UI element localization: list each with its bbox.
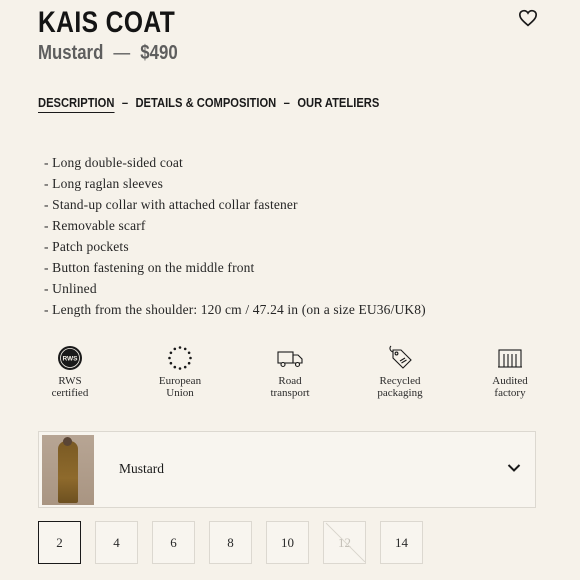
size-option[interactable]: 6	[152, 521, 195, 564]
list-item: - Removable scarf	[44, 218, 146, 233]
badge-recycled-packaging: Recycled packaging	[350, 344, 450, 399]
size-option[interactable]: 8	[209, 521, 252, 564]
badge-line: European	[158, 375, 202, 387]
size-option[interactable]: 2	[38, 521, 81, 564]
list-item: - Stand-up collar with attached collar f…	[44, 197, 298, 212]
truck-icon	[277, 351, 303, 368]
tab-separator: –	[283, 95, 290, 110]
badge-line: Recycled	[379, 375, 421, 387]
size-selector: 2 4 6 8 10 12 14	[38, 521, 423, 564]
subline-dash: —	[113, 42, 131, 64]
rws-icon-text: RWS	[62, 356, 78, 363]
badge-road-transport: Road transport	[240, 344, 340, 399]
tab-details-composition[interactable]: DETAILS & COMPOSITION	[135, 95, 276, 110]
selected-color-label: Mustard	[119, 461, 164, 476]
color-dropdown[interactable]: Mustard	[38, 431, 536, 508]
size-option-unavailable[interactable]: 12	[323, 521, 366, 564]
tab-description[interactable]: DESCRIPTION	[38, 95, 115, 113]
coat-figure	[58, 441, 78, 503]
model-head	[63, 437, 72, 446]
color-thumbnail	[42, 435, 94, 505]
size-option[interactable]: 4	[95, 521, 138, 564]
product-price: $490	[140, 42, 178, 64]
product-title: KAIS COAT	[38, 6, 176, 39]
badge-audited-factory: Audited factory	[460, 344, 560, 399]
badge-line: factory	[494, 386, 526, 399]
product-color: Mustard	[38, 42, 104, 64]
heart-icon[interactable]	[518, 9, 538, 27]
factory-icon	[498, 349, 522, 368]
badge-rws: RWS RWS certified	[20, 344, 120, 399]
badge-line: RWS	[58, 375, 82, 387]
badge-european-union: European Union	[130, 344, 230, 399]
badge-line: transport	[270, 386, 310, 399]
info-tabs: DESCRIPTION – DETAILS & COMPOSITION – OU…	[38, 95, 379, 113]
chevron-down-icon[interactable]	[507, 463, 521, 473]
badge-line: Union	[166, 386, 194, 399]
list-item: - Long double-sided coat	[44, 155, 183, 170]
size-option[interactable]: 14	[380, 521, 423, 564]
list-item: - Button fastening on the middle front	[44, 260, 255, 275]
badge-line: packaging	[377, 386, 423, 399]
badge-line: Audited	[492, 375, 528, 387]
certification-badges: RWS RWS certified European Union Road tr…	[20, 344, 560, 399]
list-item: - Long raglan sleeves	[44, 176, 163, 191]
badge-line: Road	[278, 375, 302, 387]
european-union-icon	[168, 346, 192, 370]
tab-separator: –	[121, 95, 129, 110]
rws-icon: RWS	[58, 346, 82, 370]
badge-line: certified	[51, 386, 89, 399]
product-subline: Mustard — $490	[38, 42, 178, 65]
size-option[interactable]: 10	[266, 521, 309, 564]
list-item: - Patch pockets	[44, 239, 129, 254]
list-item: - Length from the shoulder: 120 cm / 47.…	[44, 302, 426, 317]
tab-our-ateliers[interactable]: OUR ATELIERS	[297, 95, 379, 110]
description-list: - Long double-sided coat - Long raglan s…	[44, 152, 426, 320]
tag-icon	[389, 345, 412, 369]
list-item: - Unlined	[44, 281, 97, 296]
